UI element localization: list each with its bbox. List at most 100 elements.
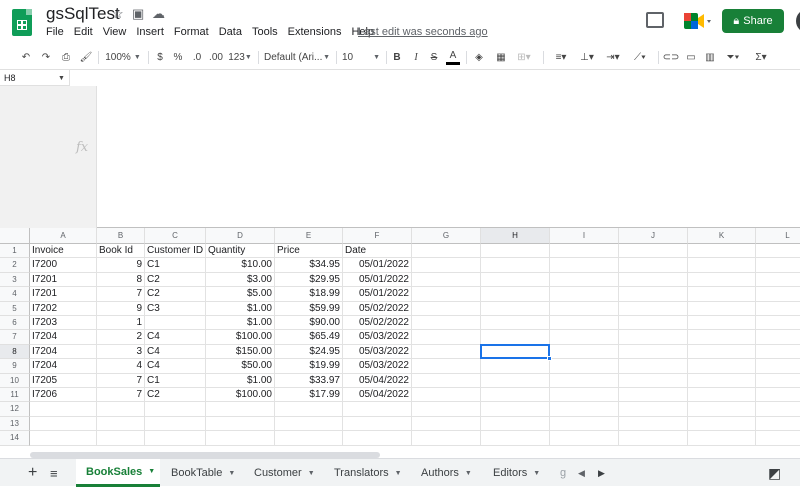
cell-e8[interactable]: $24.95	[275, 344, 343, 360]
comment-history-icon[interactable]	[646, 12, 664, 28]
cell-i9[interactable]	[550, 359, 619, 374]
cell-g12[interactable]	[412, 402, 481, 417]
cell-b6[interactable]: 1	[97, 316, 145, 331]
cell-e5[interactable]: $59.99	[275, 301, 343, 316]
cell-h13[interactable]	[481, 416, 550, 432]
cell-h1[interactable]	[481, 244, 550, 259]
cell-j9[interactable]	[619, 359, 688, 374]
cell-l5[interactable]	[756, 302, 800, 316]
cell-l13[interactable]	[756, 417, 800, 432]
row-header-9[interactable]: 9	[0, 359, 30, 374]
menu-file[interactable]: File	[46, 26, 64, 38]
cell-j4[interactable]	[619, 287, 688, 302]
cell-l7[interactable]	[756, 330, 800, 345]
cell-k9[interactable]	[688, 359, 756, 374]
cell-f8[interactable]: 05/03/2022	[343, 344, 412, 360]
tab-partial[interactable]: g	[556, 459, 570, 487]
cell-g10[interactable]	[412, 373, 481, 388]
cell-g5[interactable]	[412, 301, 481, 316]
cell-k5[interactable]	[688, 301, 756, 316]
move-folder-icon[interactable]: ▣	[132, 6, 144, 22]
cell-h7[interactable]	[481, 330, 550, 345]
cell-a1[interactable]: Invoice	[30, 244, 97, 259]
row-header-3[interactable]: 3	[0, 272, 30, 288]
cell-k11[interactable]	[688, 388, 756, 403]
document-title[interactable]: gsSqlTest	[46, 4, 120, 24]
column-header-k[interactable]: K	[688, 228, 756, 244]
functions-icon[interactable]: Σ▾	[750, 49, 772, 65]
cell-c2[interactable]: C1	[145, 258, 206, 273]
cell-j6[interactable]	[619, 316, 688, 331]
fill-color-icon[interactable]: ◈	[472, 49, 486, 65]
cell-g8[interactable]	[412, 344, 481, 360]
cell-f12[interactable]	[343, 402, 412, 417]
row-header-7[interactable]: 7	[0, 330, 30, 345]
cell-k3[interactable]	[688, 272, 756, 288]
cell-e4[interactable]: $18.99	[275, 287, 343, 302]
cell-h4[interactable]	[481, 287, 550, 302]
cell-c3[interactable]: C2	[145, 272, 206, 288]
more-formats-button[interactable]: 123 ▼	[228, 49, 252, 65]
cell-k6[interactable]	[688, 316, 756, 331]
cloud-status-icon[interactable]: ☁	[152, 6, 165, 22]
filter-icon[interactable]: ⏷▾	[722, 49, 744, 65]
avatar[interactable]	[796, 9, 800, 33]
cell-i13[interactable]	[550, 416, 619, 432]
cell-c7[interactable]: C4	[145, 330, 206, 345]
cell-h9[interactable]	[481, 359, 550, 374]
cell-d3[interactable]: $3.00	[206, 272, 275, 288]
undo-icon[interactable]: ↶	[18, 49, 34, 65]
cell-j8[interactable]	[619, 344, 688, 360]
cell-i2[interactable]	[550, 258, 619, 273]
column-header-b[interactable]: B	[97, 228, 145, 244]
cell-j3[interactable]	[619, 272, 688, 288]
redo-icon[interactable]: ↷	[38, 49, 54, 65]
cell-f9[interactable]: 05/03/2022	[343, 359, 412, 374]
fill-handle[interactable]	[547, 356, 552, 362]
cell-j13[interactable]	[619, 416, 688, 432]
cell-f6[interactable]: 05/02/2022	[343, 316, 412, 331]
cell-k1[interactable]	[688, 244, 756, 259]
cell-g4[interactable]	[412, 287, 481, 302]
print-icon[interactable]: ⎙	[58, 49, 74, 65]
cell-e9[interactable]: $19.99	[275, 359, 343, 374]
cell-c4[interactable]: C2	[145, 287, 206, 302]
cell-f14[interactable]	[343, 431, 412, 446]
cell-f1[interactable]: Date	[343, 244, 412, 259]
cell-k4[interactable]	[688, 287, 756, 302]
cell-g6[interactable]	[412, 316, 481, 331]
cell-g13[interactable]	[412, 416, 481, 432]
row-header-6[interactable]: 6	[0, 316, 30, 331]
cell-j2[interactable]	[619, 258, 688, 273]
menu-format[interactable]: Format	[174, 26, 209, 38]
row-header-12[interactable]: 12	[0, 402, 30, 417]
cell-c9[interactable]: C4	[145, 359, 206, 374]
all-sheets-icon[interactable]: ≡	[44, 459, 64, 487]
cell-c11[interactable]: C2	[145, 388, 206, 403]
cell-a14[interactable]	[30, 431, 97, 446]
column-header-j[interactable]: J	[619, 228, 688, 244]
cell-c13[interactable]	[145, 416, 206, 432]
cell-a3[interactable]: I7201	[30, 272, 97, 288]
cell-j10[interactable]	[619, 373, 688, 388]
row-header-13[interactable]: 13	[0, 416, 30, 432]
text-rotation-icon[interactable]: ⟋▾	[628, 49, 652, 65]
cell-a7[interactable]: I7204	[30, 330, 97, 345]
column-header-i[interactable]: I	[550, 228, 619, 244]
cell-e2[interactable]: $34.95	[275, 258, 343, 273]
menu-view[interactable]: View	[103, 26, 127, 38]
cell-d7[interactable]: $100.00	[206, 330, 275, 345]
tab-customer[interactable]: Customer ▼	[244, 459, 322, 487]
cell-i3[interactable]	[550, 272, 619, 288]
cell-f4[interactable]: 05/01/2022	[343, 287, 412, 302]
cell-l8[interactable]	[756, 345, 800, 360]
row-header-1[interactable]: 1	[0, 244, 30, 259]
font-select[interactable]: Default (Ari... ▼	[264, 49, 330, 65]
cell-e1[interactable]: Price	[275, 244, 343, 259]
cell-k8[interactable]	[688, 344, 756, 360]
cell-d10[interactable]: $1.00	[206, 373, 275, 388]
cell-e14[interactable]	[275, 431, 343, 446]
align-horizontal-icon[interactable]: ≡▾	[550, 49, 572, 65]
cell-f2[interactable]: 05/01/2022	[343, 258, 412, 273]
cell-g7[interactable]	[412, 330, 481, 345]
